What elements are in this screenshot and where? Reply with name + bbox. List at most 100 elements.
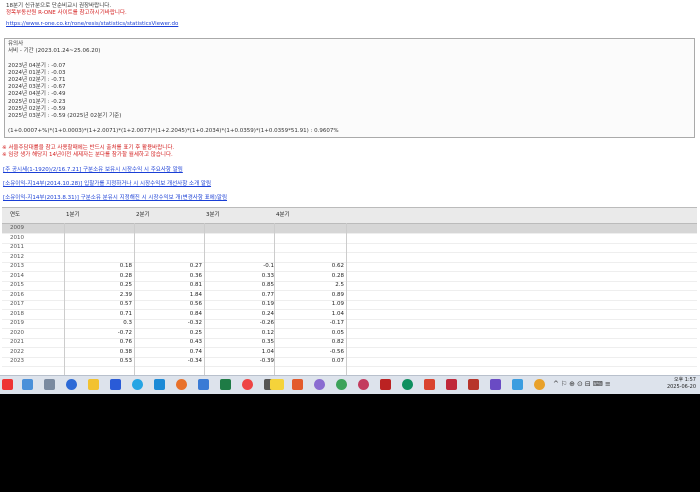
table-row[interactable]: 2021 0.76 0.43 0.35 0.82 [2,338,697,348]
value-cell[interactable]: -0.39 [214,358,274,365]
pdf-icon[interactable] [424,379,435,390]
header-q4[interactable]: 4분기 [276,212,290,219]
powerpoint-icon[interactable] [468,379,479,390]
notice-link[interactable]: [주 공시세(1-1920)/2/16.7.21] 구분소유 보유시 시장수익 … [3,167,183,174]
value-cell[interactable]: 0.36 [142,273,202,280]
excel-icon[interactable] [220,379,231,390]
value-cell[interactable]: 0.84 [142,311,202,318]
app-icon[interactable] [512,379,523,390]
folder-icon[interactable] [88,379,99,390]
table-row[interactable]: 2016 2.39 1.84 0.77 0.89 [2,291,697,301]
value-cell[interactable]: 0.28 [284,273,344,280]
app-icon[interactable] [176,379,187,390]
table-row[interactable]: 2011 [2,243,697,253]
table-row[interactable]: 2010 [2,234,697,244]
value-cell[interactable]: 0.3 [72,320,132,327]
app-icon[interactable] [292,379,303,390]
value-cell[interactable]: 0.38 [72,349,132,356]
table-row[interactable]: 2017 0.57 0.56 0.19 1.09 [2,300,697,310]
chrome-icon[interactable] [242,379,253,390]
value-cell[interactable]: 0.25 [72,282,132,289]
value-cell[interactable]: 0.43 [142,339,202,346]
table-row[interactable]: 2014 0.28 0.36 0.33 0.28 [2,272,697,282]
value-cell[interactable]: 0.28 [72,273,132,280]
year-cell[interactable]: 2013 [10,263,24,270]
table-row[interactable]: 2012 [2,253,697,263]
year-cell[interactable]: 2010 [10,235,24,242]
value-cell[interactable]: 0.05 [284,330,344,337]
header-q1[interactable]: 1분기 [66,212,80,219]
value-cell[interactable]: 0.18 [72,263,132,270]
header-q2[interactable]: 2분기 [136,212,150,219]
app-icon[interactable] [534,379,545,390]
year-cell[interactable]: 2023 [10,358,24,365]
value-cell[interactable]: 0.82 [284,339,344,346]
value-cell[interactable]: 0.07 [284,358,344,365]
value-cell[interactable]: 1.09 [284,301,344,308]
value-cell[interactable]: 0.77 [214,292,274,299]
table-row[interactable]: 2015 0.25 0.81 0.85 2.5 [2,281,697,291]
clock[interactable]: 오후 1:57 2025-06-20 [667,377,696,391]
year-cell[interactable]: 2009 [10,225,24,232]
value-cell[interactable]: 0.74 [142,349,202,356]
value-cell[interactable]: 0.81 [142,282,202,289]
year-cell[interactable]: 2020 [10,330,24,337]
year-cell[interactable]: 2016 [10,292,24,299]
table-row[interactable]: 2022 0.38 0.74 1.04 -0.56 [2,348,697,358]
app-icon[interactable] [314,379,325,390]
table-row[interactable]: 2023 0.53 -0.34 -0.39 0.07 [2,357,697,367]
app-icon[interactable] [198,379,209,390]
table-row[interactable]: 2013 0.18 0.27 -0.1 0.62 [2,262,697,272]
value-cell[interactable]: 0.56 [142,301,202,308]
word-icon[interactable] [110,379,121,390]
app-icon[interactable] [446,379,457,390]
app-icon[interactable] [358,379,369,390]
app-icon[interactable] [44,379,55,390]
app-icon[interactable] [154,379,165,390]
year-cell[interactable]: 2018 [10,311,24,318]
notice-link[interactable]: [소유이익-지14부(2013.8.31)] 구분소유 분유시 지정해진 시 시… [3,195,227,202]
value-cell[interactable]: 0.53 [72,358,132,365]
value-cell[interactable]: 0.62 [284,263,344,270]
value-cell[interactable]: -0.34 [142,358,202,365]
year-cell[interactable]: 2014 [10,273,24,280]
value-cell[interactable]: -0.1 [214,263,274,270]
value-cell[interactable]: 0.27 [142,263,202,270]
value-cell[interactable]: 1.04 [214,349,274,356]
table-row[interactable]: 2009 [2,224,697,234]
value-cell[interactable]: 1.04 [284,311,344,318]
value-cell[interactable]: 2.5 [284,282,344,289]
kakaotalk-icon[interactable] [270,379,284,390]
year-cell[interactable]: 2021 [10,339,24,346]
value-cell[interactable]: 0.89 [284,292,344,299]
value-cell[interactable]: -0.17 [284,320,344,327]
header-year[interactable]: 연도 [10,212,20,219]
browser-icon[interactable] [66,379,77,390]
value-cell[interactable]: 0.76 [72,339,132,346]
year-cell[interactable]: 2019 [10,320,24,327]
header-q3[interactable]: 3분기 [206,212,220,219]
value-cell[interactable]: 0.25 [142,330,202,337]
value-cell[interactable]: 0.24 [214,311,274,318]
value-cell[interactable]: -0.26 [214,320,274,327]
year-cell[interactable]: 2017 [10,301,24,308]
table-row[interactable]: 2018 0.71 0.84 0.24 1.04 [2,310,697,320]
value-cell[interactable]: -0.32 [142,320,202,327]
value-cell[interactable]: 0.35 [214,339,274,346]
year-cell[interactable]: 2012 [10,254,24,261]
value-cell[interactable]: 2.39 [72,292,132,299]
edge-icon[interactable] [402,379,413,390]
value-cell[interactable]: 0.33 [214,273,274,280]
app-icon[interactable] [132,379,143,390]
app-icon[interactable] [380,379,391,390]
value-cell[interactable]: 0.71 [72,311,132,318]
app-icon[interactable] [22,379,33,390]
year-cell[interactable]: 2011 [10,244,24,251]
source-url-link[interactable]: https://www.r-one.co.kr/rone/resis/stati… [6,21,178,28]
value-cell[interactable]: 0.57 [72,301,132,308]
table-row[interactable]: 2020 -0.72 0.25 0.12 0.05 [2,329,697,339]
app-icon[interactable] [490,379,501,390]
year-cell[interactable]: 2015 [10,282,24,289]
quarterly-data-grid[interactable]: 연도 1분기 2분기 3분기 4분기 2009 2010 2011 2012 2013 0… [2,207,697,375]
app-icon[interactable] [336,379,347,390]
